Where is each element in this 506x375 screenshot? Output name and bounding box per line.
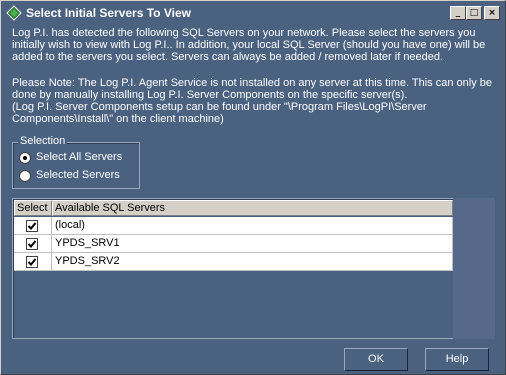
close-button[interactable]: × xyxy=(484,6,500,20)
checkmark-icon xyxy=(27,222,37,230)
select-cell[interactable] xyxy=(14,253,52,271)
radio-circle[interactable] xyxy=(19,170,31,182)
table-row[interactable]: (local) xyxy=(14,217,453,235)
note-path-line: (Log P.I. Server Components setup can be… xyxy=(12,101,427,125)
note-line: Please Note: The Log P.I. Agent Service … xyxy=(12,77,492,101)
radio-circle[interactable] xyxy=(19,152,31,164)
radio-select-all-servers[interactable]: Select All Servers xyxy=(19,151,137,165)
table-row[interactable]: YPDS_SRV2 xyxy=(14,253,453,271)
radio-selected-servers[interactable]: Selected Servers xyxy=(19,169,137,183)
diamond-app-icon xyxy=(6,5,22,21)
minimize-button[interactable]: _ xyxy=(450,6,466,20)
note-text: Please Note: The Log P.I. Agent Service … xyxy=(12,77,500,125)
window-title: Select Initial Servers To View xyxy=(26,6,191,20)
table-row[interactable]: YPDS_SRV1 xyxy=(14,235,453,253)
server-name-cell[interactable]: YPDS_SRV2 xyxy=(52,253,453,271)
select-cell[interactable] xyxy=(14,235,52,253)
select-cell[interactable] xyxy=(14,217,52,235)
radio-label: Select All Servers xyxy=(36,151,123,163)
server-checkbox[interactable] xyxy=(26,238,38,250)
ok-button[interactable]: OK xyxy=(344,348,408,371)
checkmark-icon xyxy=(27,258,37,266)
radio-dot xyxy=(23,156,27,160)
radio-label: Selected Servers xyxy=(36,169,120,181)
column-header-select[interactable]: Select xyxy=(14,200,52,216)
server-checkbox[interactable] xyxy=(26,220,38,232)
grid-empty-area xyxy=(453,198,495,339)
server-name-cell[interactable]: YPDS_SRV1 xyxy=(52,235,453,253)
selection-group-label: Selection xyxy=(18,135,68,147)
help-button[interactable]: Help xyxy=(425,348,489,371)
checkmark-icon xyxy=(27,240,37,248)
column-header-servers[interactable]: Available SQL Servers xyxy=(52,200,453,216)
server-name-cell[interactable]: (local) xyxy=(52,217,453,235)
dialog-window: Select Initial Servers To View _ □ × Log… xyxy=(0,0,506,375)
server-checkbox[interactable] xyxy=(26,256,38,268)
maximize-button[interactable]: □ xyxy=(466,6,482,20)
intro-text: Log P.I. has detected the following SQL … xyxy=(12,27,486,63)
title-bar[interactable]: Select Initial Servers To View _ □ × xyxy=(3,3,503,23)
